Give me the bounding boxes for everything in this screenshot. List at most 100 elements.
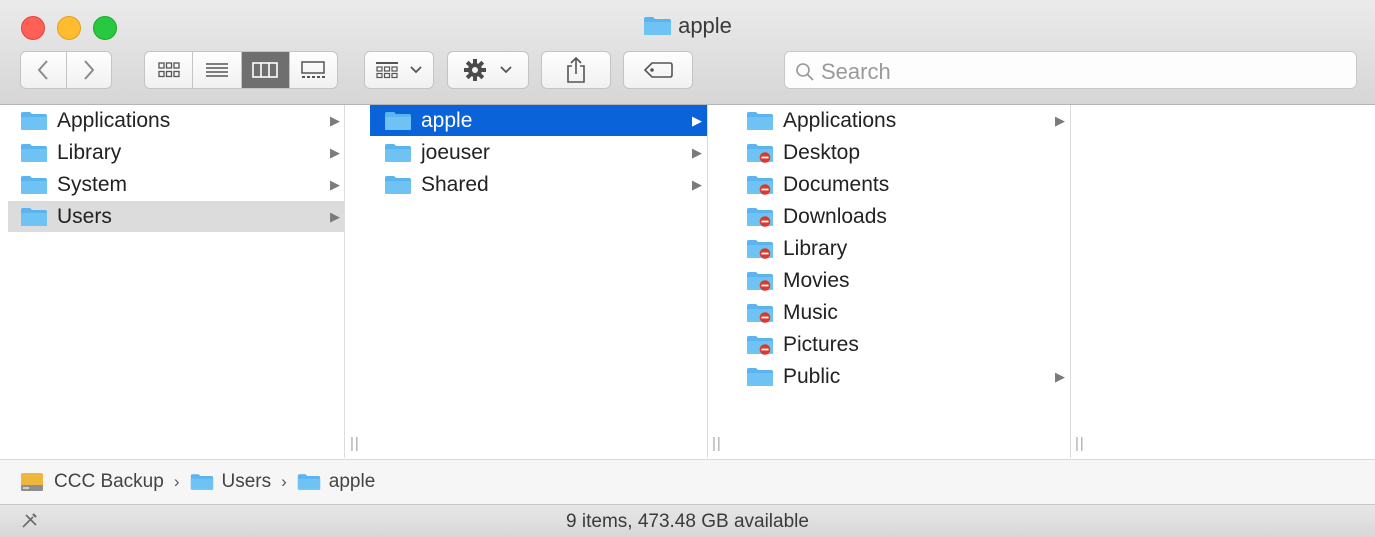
path-separator-icon: › <box>281 472 287 491</box>
item-label: Desktop <box>783 140 861 164</box>
column-view-button[interactable] <box>241 52 290 88</box>
item-label: joeuser <box>421 140 490 164</box>
list-item-selected[interactable]: Users ▶ <box>8 201 344 232</box>
restricted-folder-icon <box>747 303 773 323</box>
path-separator-icon: › <box>173 472 180 491</box>
list-icon <box>205 63 228 77</box>
path-item-label: apple <box>328 471 376 492</box>
disclosure-arrow-icon: ▶ <box>1055 368 1065 384</box>
share-icon <box>567 56 585 83</box>
list-item[interactable]: Applications ▶ <box>733 105 1070 136</box>
disclosure-arrow-icon: ▶ <box>692 144 702 160</box>
disclosure-arrow-icon: ▶ <box>692 176 702 192</box>
item-label: Applications <box>57 108 171 132</box>
path-bar: CCC Backup › Users › apple <box>0 459 1375 504</box>
chevron-down-icon <box>500 66 512 74</box>
path-item[interactable]: CCC Backup <box>20 471 164 493</box>
list-item[interactable]: Documents <box>733 169 1070 200</box>
icon-view-button[interactable] <box>145 52 194 88</box>
item-label: Pictures <box>783 332 859 356</box>
list-item[interactable]: System ▶ <box>8 169 344 200</box>
view-mode-control <box>144 51 338 89</box>
item-label: apple <box>421 108 473 132</box>
column-3[interactable]: Applications ▶ Desktop Documents Downloa… <box>733 105 1084 458</box>
group-by-button[interactable] <box>364 51 434 89</box>
folder-icon <box>21 111 47 130</box>
column-4-empty[interactable] <box>1098 105 1375 458</box>
folder-icon <box>21 175 47 194</box>
list-item[interactable]: Library ▶ <box>8 137 344 168</box>
gallery-view-button[interactable] <box>290 52 337 88</box>
window-title-area: apple <box>0 13 1375 39</box>
folder-icon <box>385 143 411 162</box>
list-item[interactable]: Public ▶ <box>733 361 1070 392</box>
list-item-selected[interactable]: apple ▶ <box>370 105 707 136</box>
item-label: Users <box>57 204 112 228</box>
disclosure-arrow-icon: ▶ <box>330 208 340 224</box>
item-label: Library <box>783 236 848 260</box>
folder-icon <box>21 207 47 226</box>
chevron-down-icon <box>410 66 422 74</box>
gallery-icon <box>301 61 326 78</box>
chevron-right-icon <box>84 60 95 80</box>
restricted-folder-icon <box>747 143 773 163</box>
path-item-label: CCC Backup <box>54 471 164 492</box>
disclosure-arrow-icon: ▶ <box>330 144 340 160</box>
list-item[interactable]: Shared ▶ <box>370 169 707 200</box>
list-item[interactable]: Library <box>733 233 1070 264</box>
folder-icon <box>297 474 320 490</box>
item-label: System <box>57 172 128 196</box>
list-item[interactable]: Downloads <box>733 201 1070 232</box>
item-label: Downloads <box>783 204 887 228</box>
folder-icon <box>21 143 47 162</box>
status-text: 9 items, 473.48 GB available <box>566 511 809 532</box>
share-button[interactable] <box>541 51 611 89</box>
restricted-folder-icon <box>747 239 773 259</box>
finder-window: apple Search Applications ▶ Library ▶ Sy… <box>0 0 1375 537</box>
folder-icon <box>190 474 213 490</box>
disclosure-arrow-icon: ▶ <box>1055 112 1065 128</box>
item-label: Music <box>783 300 838 324</box>
item-label: Public <box>783 364 841 388</box>
path-item[interactable]: apple <box>297 471 376 493</box>
status-bar: 9 items, 473.48 GB available <box>0 504 1375 537</box>
list-view-button[interactable] <box>193 52 242 88</box>
back-button[interactable] <box>21 52 67 88</box>
restricted-folder-icon <box>747 207 773 227</box>
list-item[interactable]: joeuser ▶ <box>370 137 707 168</box>
restricted-folder-icon <box>747 271 773 291</box>
list-item[interactable]: Applications ▶ <box>8 105 344 136</box>
title-toolbar: apple Search <box>0 0 1375 105</box>
column-resize-handle[interactable]: || <box>350 435 360 452</box>
column-resize-handle[interactable]: || <box>1075 435 1085 452</box>
column-2[interactable]: apple ▶ joeuser ▶ Shared ▶ || <box>370 105 721 458</box>
tag-icon <box>643 62 673 78</box>
item-label: Documents <box>783 172 890 196</box>
column-1[interactable]: Applications ▶ Library ▶ System ▶ Users … <box>8 105 359 458</box>
restricted-folder-icon <box>747 175 773 195</box>
column-resize-handle[interactable]: || <box>712 435 722 452</box>
search-icon <box>796 63 814 81</box>
search-placeholder: Search <box>821 59 891 84</box>
window-title: apple <box>678 13 732 38</box>
tag-button[interactable] <box>623 51 693 89</box>
disclosure-arrow-icon: ▶ <box>330 112 340 128</box>
folder-icon <box>385 175 411 194</box>
action-button[interactable] <box>447 51 529 89</box>
list-item[interactable]: Movies <box>733 265 1070 296</box>
search-field[interactable]: Search <box>784 51 1357 89</box>
gear-icon <box>464 59 486 81</box>
restricted-folder-icon <box>747 335 773 355</box>
forward-button[interactable] <box>67 52 112 88</box>
list-item[interactable]: Music <box>733 297 1070 328</box>
folder-icon <box>747 367 773 386</box>
folder-icon <box>747 111 773 130</box>
list-item[interactable]: Pictures <box>733 329 1070 360</box>
icon-grid-icon <box>157 62 180 78</box>
path-item[interactable]: Users <box>190 471 271 493</box>
folder-icon <box>385 111 411 130</box>
item-label: Library <box>57 140 122 164</box>
folder-icon <box>644 17 672 35</box>
list-item[interactable]: Desktop <box>733 137 1070 168</box>
columns-icon <box>252 62 278 78</box>
